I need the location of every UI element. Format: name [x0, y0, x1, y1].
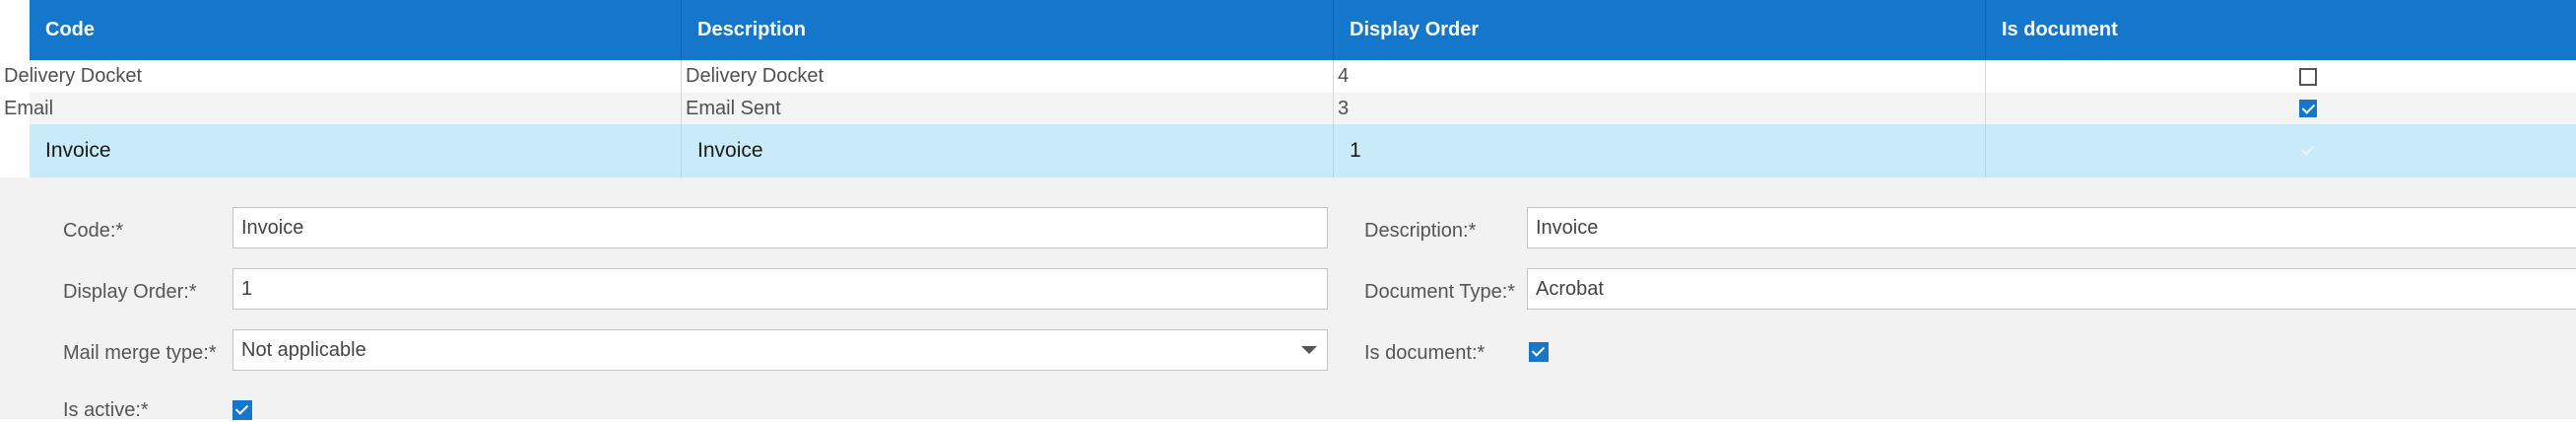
column-header-is-document-label: Is document: [2002, 19, 2118, 40]
document-type-field[interactable]: Acrobat: [1527, 268, 2576, 310]
chevron-down-icon[interactable]: [1301, 346, 1317, 354]
cell-is-document: [1986, 124, 2576, 177]
description-field[interactable]: Invoice: [1527, 207, 2576, 248]
table-row[interactable]: Email Email Sent 3: [4, 93, 2576, 124]
cell-display-order: 3: [1334, 93, 1986, 124]
display-order-label: Display Order:*: [63, 281, 197, 303]
description-label: Description:*: [1364, 220, 1477, 242]
mail-merge-type-label: Mail merge type:*: [63, 342, 217, 364]
column-header-description-label: Description: [697, 19, 807, 40]
is-document-checkbox: [2299, 100, 2317, 117]
cell-description: Delivery Docket: [682, 60, 1334, 93]
cell-display-order: 1: [1334, 124, 1986, 177]
code-field[interactable]: Invoice: [232, 207, 1328, 248]
cell-is-document: [1986, 93, 2576, 124]
column-header-code-label: Code: [45, 19, 95, 40]
is-document-checkbox[interactable]: [1529, 342, 1549, 362]
mail-merge-type-select[interactable]: Not applicable: [232, 329, 1328, 371]
cell-display-order: 4: [1334, 60, 1986, 93]
column-header-display-order-label: Display Order: [1350, 19, 1480, 40]
code-label: Code:*: [63, 220, 124, 242]
display-order-field[interactable]: 1: [232, 268, 1328, 310]
cell-code: Email: [0, 93, 682, 124]
is-document-label: Is document:*: [1364, 342, 1486, 364]
cell-description: Invoice: [682, 124, 1334, 177]
cell-code: Invoice: [0, 124, 682, 177]
cell-description: Email Sent: [682, 93, 1334, 124]
is-active-checkbox[interactable]: [232, 400, 252, 420]
edit-form: Code:* Invoice Description:* Invoice Dis…: [0, 177, 2576, 421]
document-type-label: Document Type:*: [1364, 281, 1516, 303]
is-document-checkbox: [2299, 67, 2317, 86]
column-header-code[interactable]: Code: [30, 0, 682, 60]
cell-code: Delivery Docket: [0, 60, 682, 93]
table-row-selected[interactable]: Invoice Invoice 1: [30, 124, 2576, 177]
cell-is-document: [1986, 60, 2576, 93]
column-header-description[interactable]: Description: [682, 0, 1334, 60]
column-header-is-document[interactable]: Is document: [1986, 0, 2576, 60]
table-row[interactable]: Delivery Docket Delivery Docket 4: [4, 60, 2576, 93]
mail-merge-type-value: Not applicable: [241, 339, 366, 361]
grid-header: Code Description Display Order Is docume…: [30, 0, 2576, 60]
column-header-display-order[interactable]: Display Order: [1334, 0, 1986, 60]
is-document-checkbox: [2299, 142, 2317, 160]
